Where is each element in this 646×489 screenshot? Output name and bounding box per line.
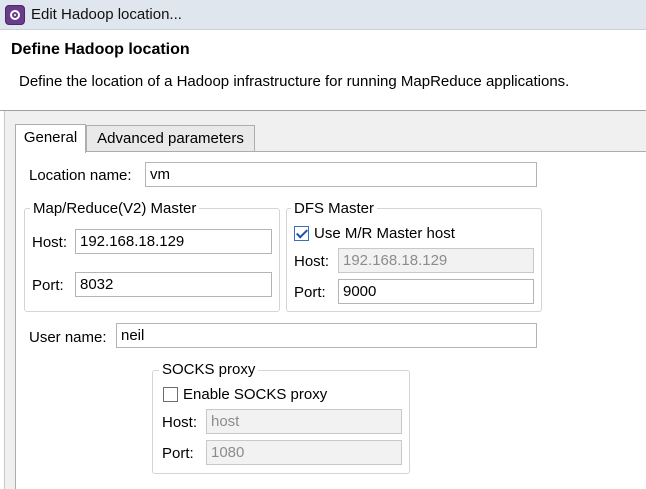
page-description: Define the location of a Hadoop infrastr… (19, 73, 570, 90)
page-title: Define Hadoop location (11, 41, 190, 58)
socks-host-label: Host: (162, 414, 198, 431)
dfs-master-legend: DFS Master (291, 200, 378, 217)
general-tab-panel: Location name: vm Map/Reduce(V2) Master … (15, 151, 646, 489)
socks-port-label: Port: (162, 445, 194, 462)
mr-master-legend: Map/Reduce(V2) Master (30, 200, 200, 217)
use-mr-master-host-label: Use M/R Master host (314, 225, 455, 242)
mr-port-field[interactable]: 8032 (75, 272, 272, 297)
user-name-label: User name: (29, 329, 107, 346)
mr-host-field[interactable]: 192.168.18.129 (75, 229, 272, 254)
socks-proxy-legend: SOCKS proxy (159, 361, 259, 378)
window-titlebar: Edit Hadoop location... (0, 0, 646, 30)
enable-socks-proxy-label: Enable SOCKS proxy (183, 386, 328, 403)
enable-socks-proxy-checkbox[interactable] (163, 387, 178, 402)
tab-advanced-parameters[interactable]: Advanced parameters (86, 125, 255, 151)
dfs-host-label: Host: (294, 253, 330, 270)
mr-port-label: Port: (32, 277, 64, 294)
dfs-port-label: Port: (294, 284, 326, 301)
eclipse-icon (5, 5, 25, 25)
tab-general[interactable]: General (15, 124, 86, 153)
dfs-host-field[interactable]: 192.168.18.129 (338, 248, 534, 273)
dialog-header: Define Hadoop location Define the locati… (0, 30, 646, 110)
mr-host-label: Host: (32, 234, 68, 251)
use-mr-master-host-checkbox[interactable] (294, 226, 309, 241)
dialog-content: General Advanced parameters Location nam… (4, 111, 646, 489)
socks-host-field[interactable]: host (206, 409, 402, 434)
location-name-field[interactable]: vm (145, 162, 537, 187)
user-name-field[interactable]: neil (116, 323, 537, 348)
socks-port-field[interactable]: 1080 (206, 440, 402, 465)
location-name-label: Location name: (29, 167, 132, 184)
window-title: Edit Hadoop location... (31, 6, 182, 23)
dfs-port-field[interactable]: 9000 (338, 279, 534, 304)
